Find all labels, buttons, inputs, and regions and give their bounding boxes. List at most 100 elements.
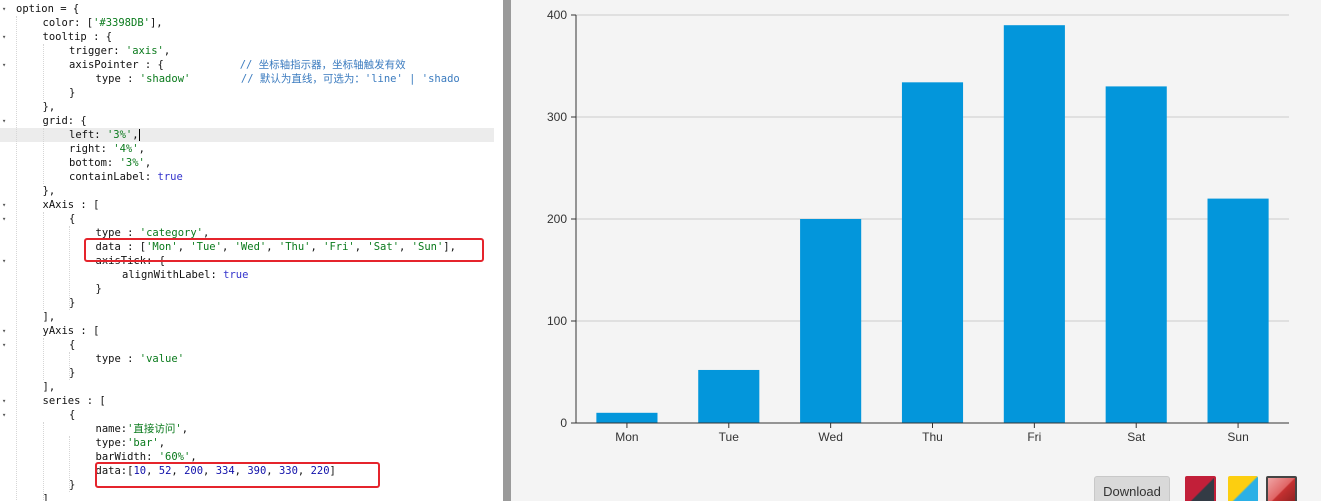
fold-toggle-icon[interactable]: ▾ [2,394,12,408]
code-token: ], [42,311,56,323]
code-line[interactable]: ] [0,492,503,501]
x-tick-label: Sun [1227,430,1248,444]
code-token: }, [42,101,56,113]
bar-wed [800,219,862,423]
code-line[interactable]: name:'直接访问', [0,422,503,436]
bar-sun [1207,198,1269,423]
code-line[interactable]: bottom: '3%', [0,156,503,170]
code-token: xAxis : [ [42,199,100,211]
bar-tue [698,369,760,423]
chart-panel: 0 100 200 300 400 Mon Tue Wed Thu Fri Sat Sun Downl… [511,0,1321,501]
code-text: option = { [16,2,79,16]
code-token: right: [69,143,114,155]
code-text: alignWithLabel: true [122,268,248,282]
code-line[interactable]: color: ['#3398DB'], [0,16,503,30]
code-text: left: '3%', [69,128,140,142]
code-token: ], [149,17,163,29]
theme-swatch-dark[interactable] [1185,476,1216,501]
download-button[interactable]: Download [1094,476,1170,501]
fold-toggle-icon[interactable]: ▾ [2,338,12,352]
fold-toggle-icon[interactable]: ▾ [2,408,12,422]
code-token: 'value' [139,353,185,365]
code-line[interactable]: } [0,366,503,380]
code-token: type : [95,73,140,85]
code-line[interactable]: type:'bar', [0,436,503,450]
code-text: { [69,408,75,422]
code-line[interactable]: ▾ grid: { [0,114,503,128]
code-text: bottom: '3%', [69,156,151,170]
bar-chart: 0 100 200 300 400 Mon Tue Wed Thu Fri Sat Sun [547,8,1289,444]
fold-toggle-icon[interactable]: ▾ [2,30,12,44]
code-line[interactable]: } [0,86,503,100]
code-line[interactable]: ▾{ [0,338,503,352]
code-text: { [69,212,75,226]
code-token: '3%' [106,129,133,141]
text-cursor [138,129,140,141]
code-line[interactable]: ▾{ [0,212,503,226]
code-line[interactable]: ▾ yAxis : [ [0,324,503,338]
code-text: ], [43,310,56,324]
x-tick-label: Wed [818,430,842,444]
y-tick-label: 400 [547,8,567,22]
code-line[interactable]: type : 'value' [0,352,503,366]
fold-toggle-icon[interactable]: ▾ [2,58,12,72]
code-text: yAxis : [ [43,324,100,338]
fold-toggle-icon[interactable]: ▾ [2,212,12,226]
code-token: ] [42,493,49,501]
code-line[interactable]: } [0,282,503,296]
panel-splitter[interactable] [503,0,511,501]
code-token: axisPointer : { [69,59,240,71]
code-token: trigger: [69,45,126,57]
code-line[interactable]: alignWithLabel: true [0,268,503,282]
code-line[interactable]: ▾{ [0,408,503,422]
code-line[interactable]: ▾ option = { [0,2,503,16]
code-line[interactable]: ▾ tooltip : { [0,30,503,44]
code-line[interactable]: trigger: 'axis', [0,44,503,58]
code-token: , [144,157,152,169]
code-line[interactable]: containLabel: true [0,170,503,184]
y-tick-label: 100 [547,314,567,328]
code-token: bottom: [69,157,120,169]
code-text: grid: { [43,114,87,128]
code-line[interactable]: ], [0,310,503,324]
theme-swatch-vintage[interactable] [1228,476,1258,501]
code-line[interactable]: type : 'shadow' // 默认为直线，可选为：'line' | 's… [0,72,503,86]
code-token: name: [95,423,128,435]
bar-sat [1105,86,1167,424]
code-text: }, [43,100,56,114]
theme-swatch-red[interactable] [1266,476,1297,501]
code-line[interactable]: ▾ axisPointer : { // 坐标轴指示器，坐标轴触发有效 [0,58,503,72]
x-tick-label: Sat [1127,430,1146,444]
code-line[interactable]: }, [0,184,503,198]
code-line[interactable]: ▾ series : [ [0,394,503,408]
code-text: type:'bar', [96,436,166,450]
code-text: color: ['#3398DB'], [43,16,163,30]
code-text: }, [43,184,56,198]
code-text: type : 'shadow' // 默认为直线，可选为：'line' | 's… [96,72,460,86]
code-token: , [138,143,145,155]
code-text: ] [43,492,49,501]
code-text: tooltip : { [43,30,113,44]
code-line[interactable]: ▾ xAxis : [ [0,198,503,212]
code-token: '直接访问' [127,423,182,435]
code-text: } [69,478,75,492]
fold-toggle-icon[interactable]: ▾ [2,324,12,338]
code-token: } [69,479,76,491]
code-line[interactable]: right: '4%', [0,142,503,156]
code-editor[interactable]: ▾ option = {color: ['#3398DB'], ▾ tooltip :… [0,0,503,501]
code-token: ], [42,381,56,393]
code-text: name:'直接访问', [96,422,189,436]
code-line[interactable]: left: '3%', [0,128,503,142]
y-tick-label: 300 [547,110,567,124]
code-text: type : 'value' [96,352,185,366]
code-line[interactable]: } [0,296,503,310]
code-line[interactable]: }, [0,100,503,114]
fold-toggle-icon[interactable]: ▾ [2,2,12,16]
x-tick-label: Tue [719,430,740,444]
code-line[interactable]: ], [0,380,503,394]
code-text: trigger: 'axis', [69,44,170,58]
fold-toggle-icon[interactable]: ▾ [2,198,12,212]
fold-toggle-icon[interactable]: ▾ [2,114,12,128]
code-token: left: [69,129,107,141]
fold-toggle-icon[interactable]: ▾ [2,254,12,268]
